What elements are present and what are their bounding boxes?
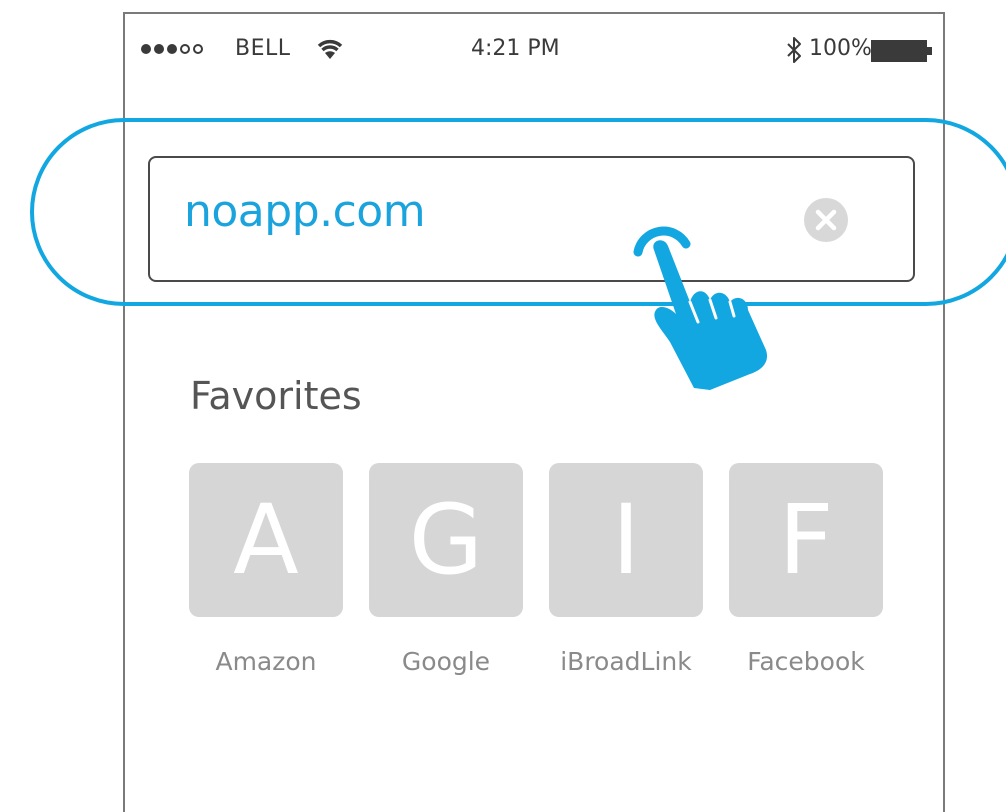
screen: BELL 4:21 PM 100% noapp.com Favorites A … [0, 0, 1006, 812]
wifi-icon [317, 39, 343, 59]
favorite-tile-icon[interactable]: G [369, 463, 523, 617]
signal-dot [180, 44, 190, 54]
favorite-label: iBroadLink [560, 647, 692, 676]
clear-icon[interactable] [800, 194, 852, 246]
favorite-amazon[interactable]: A Amazon [189, 463, 343, 676]
carrier-name: BELL [235, 36, 291, 61]
signal-dot [193, 44, 203, 54]
signal-dot [154, 44, 164, 54]
favorite-tile-icon[interactable]: A [189, 463, 343, 617]
tap-hand-icon [633, 226, 768, 390]
battery-icon [871, 40, 932, 62]
favorite-tile-icon[interactable]: I [549, 463, 703, 617]
favorite-label: Amazon [215, 647, 317, 676]
favorite-label: Facebook [747, 647, 865, 676]
signal-dot [141, 44, 151, 54]
url-input-value[interactable]: noapp.com [184, 186, 426, 237]
url-address-field[interactable]: noapp.com [148, 156, 915, 282]
signal-strength-icon [141, 44, 203, 54]
status-bar: BELL 4:21 PM 100% [125, 14, 943, 84]
favorite-ibroadlink[interactable]: I iBroadLink [549, 463, 703, 676]
battery-percent: 100% [809, 36, 872, 61]
favorite-label: Google [401, 647, 491, 676]
bluetooth-icon [787, 37, 801, 63]
favorites-grid: A Amazon G Google I iBroadLink F Faceboo… [189, 463, 883, 676]
status-time: 4:21 PM [471, 36, 560, 61]
favorite-google[interactable]: G Google [369, 463, 523, 676]
favorite-facebook[interactable]: F Facebook [729, 463, 883, 676]
signal-dot [167, 44, 177, 54]
favorite-tile-icon[interactable]: F [729, 463, 883, 617]
favorites-heading: Favorites [190, 374, 362, 418]
